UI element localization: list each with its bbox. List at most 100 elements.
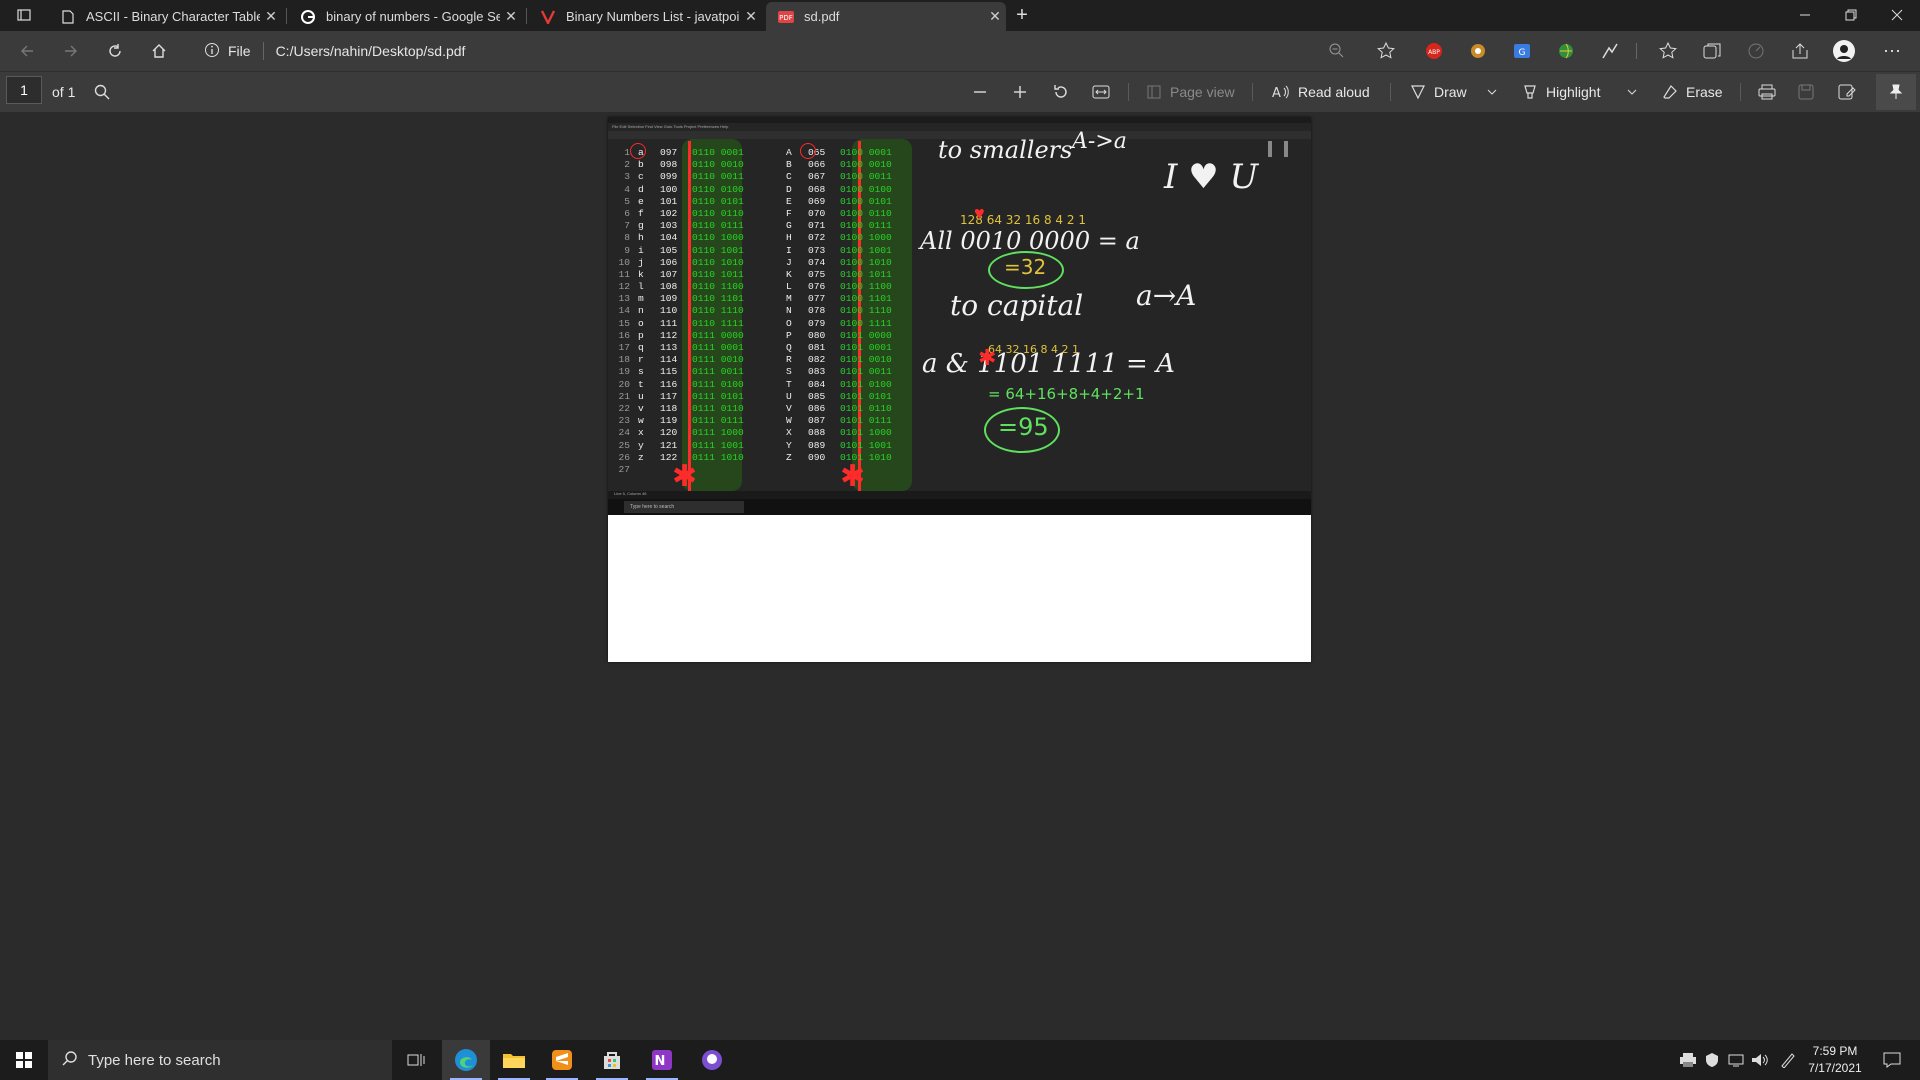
- close-tab-icon[interactable]: ✕: [260, 8, 282, 25]
- close-tab-icon[interactable]: ✕: [500, 8, 522, 25]
- favorites-icon[interactable]: [1654, 37, 1682, 65]
- close-window-button[interactable]: [1874, 0, 1920, 30]
- binary-cell: 0101 0000: [840, 329, 892, 341]
- extension-globe-icon[interactable]: [1552, 37, 1580, 65]
- printer-tray-icon[interactable]: [1676, 1040, 1700, 1080]
- code-row: 8 h 104 0110 1000: [616, 232, 744, 244]
- microsoft-store-icon[interactable]: [588, 1040, 636, 1080]
- save-icon[interactable]: [1798, 78, 1814, 106]
- taskbar-clock[interactable]: 7:59 PM 7/17/2021: [1800, 1043, 1870, 1077]
- pdf-page: File Edit Selection Find View Goto Tools…: [608, 117, 1311, 662]
- omnibox[interactable]: File C:/Users/nahin/Desktop/sd.pdf: [190, 35, 1360, 67]
- page-number-input[interactable]: 1: [6, 76, 42, 104]
- collections-icon[interactable]: [1698, 37, 1726, 65]
- char-cell: C: [786, 171, 792, 183]
- forward-button[interactable]: [56, 36, 86, 66]
- info-icon[interactable]: [204, 42, 220, 61]
- onenote-icon[interactable]: N: [638, 1040, 686, 1080]
- highlight-options-chevron-icon[interactable]: [1626, 78, 1638, 106]
- tab-javatpoint[interactable]: Binary Numbers List - javatpoint ✕: [528, 2, 762, 31]
- taskbar-search-box[interactable]: Type here to search: [48, 1040, 392, 1080]
- decimal-cell: 097: [660, 147, 678, 158]
- decimal-cell: 100: [660, 183, 678, 195]
- decimal-cell: 103: [660, 220, 678, 232]
- decimal-cell: 085: [808, 390, 826, 402]
- close-tab-icon[interactable]: ✕: [740, 8, 762, 25]
- read-aloud-button[interactable]: A Read aloud: [1272, 78, 1370, 106]
- github-desktop-icon[interactable]: [688, 1040, 736, 1080]
- settings-more-icon[interactable]: ⋯: [1878, 37, 1906, 65]
- tab-google-search[interactable]: binary of numbers - Google Sear ✕: [288, 2, 522, 31]
- note-sum-95: =95: [998, 413, 1049, 441]
- code-row: 13 m 109 0110 1101: [616, 293, 743, 305]
- new-tab-button[interactable]: +: [1006, 0, 1038, 30]
- decimal-cell: 073: [808, 244, 826, 256]
- char-cell: t: [638, 378, 644, 390]
- code-row: O 079 0100 1111: [786, 318, 892, 330]
- erase-button[interactable]: Erase: [1662, 78, 1723, 106]
- draw-options-chevron-icon[interactable]: [1486, 78, 1498, 106]
- performance-icon[interactable]: [1742, 37, 1770, 65]
- char-cell: S: [786, 366, 792, 378]
- minimize-button[interactable]: [1782, 0, 1828, 30]
- url-text[interactable]: C:/Users/nahin/Desktop/sd.pdf: [276, 43, 466, 59]
- defender-tray-icon[interactable]: [1700, 1040, 1724, 1080]
- draw-button[interactable]: Draw: [1410, 78, 1467, 106]
- char-cell: B: [786, 159, 792, 171]
- volume-icon[interactable]: [1748, 1040, 1772, 1080]
- windows-taskbar: Type here to search N 7:59 PM 7/17/2021: [0, 1040, 1920, 1080]
- char-cell: h: [638, 232, 644, 244]
- binary-cell: 0111 0110: [692, 402, 744, 414]
- share-icon[interactable]: [1786, 37, 1814, 65]
- fit-width-icon[interactable]: [1092, 78, 1110, 106]
- code-row: X 088 0101 1000: [786, 427, 892, 439]
- line-number: 21: [618, 390, 630, 402]
- notification-center-icon[interactable]: [1872, 1040, 1912, 1080]
- note-to-smaller: to smallers: [938, 136, 1073, 164]
- close-tab-icon[interactable]: ✕: [984, 8, 1006, 25]
- pin-toolbar-button[interactable]: [1876, 74, 1916, 110]
- tab-sd-pdf[interactable]: PDF sd.pdf ✕: [766, 2, 1006, 31]
- rotate-icon[interactable]: [1052, 78, 1070, 106]
- char-cell: w: [638, 415, 644, 427]
- zoom-in-button[interactable]: [1012, 78, 1028, 106]
- zoom-out-button[interactable]: [972, 78, 988, 106]
- file-explorer-icon[interactable]: [490, 1040, 538, 1080]
- sublime-text-icon[interactable]: [538, 1040, 586, 1080]
- tab-actions-icon[interactable]: [4, 0, 44, 30]
- line-number: 9: [624, 244, 630, 256]
- add-favorite-icon[interactable]: [1372, 37, 1400, 65]
- pen-workspace-icon[interactable]: [1776, 1040, 1800, 1080]
- save-as-icon[interactable]: [1838, 78, 1856, 106]
- back-button[interactable]: [12, 36, 42, 66]
- adblock-icon[interactable]: ABP: [1420, 37, 1448, 65]
- toolbar-divider: [1636, 43, 1637, 59]
- decimal-cell: 068: [808, 183, 826, 195]
- highlight-button[interactable]: Highlight: [1522, 78, 1600, 106]
- char-cell: J: [786, 256, 792, 268]
- restore-button[interactable]: [1828, 0, 1874, 30]
- document-icon: [60, 9, 76, 25]
- decimal-cell: 105: [660, 244, 678, 256]
- refresh-button[interactable]: [100, 36, 130, 66]
- line-number: 8: [624, 232, 630, 244]
- extension-pen-icon[interactable]: [1596, 37, 1624, 65]
- binary-cell: 0100 1101: [840, 293, 892, 305]
- zoom-out-icon[interactable]: [1328, 42, 1344, 61]
- translate-icon[interactable]: G: [1508, 37, 1536, 65]
- char-cell: v: [638, 402, 644, 414]
- profile-avatar[interactable]: [1830, 37, 1858, 65]
- binary-cell: 0111 1001: [692, 439, 744, 451]
- decimal-cell: 120: [660, 427, 678, 439]
- tab-ascii-table[interactable]: ASCII - Binary Character Table ✕: [48, 2, 282, 31]
- page-view-button[interactable]: Page view: [1146, 78, 1235, 106]
- extension-eye-icon[interactable]: [1464, 37, 1492, 65]
- home-button[interactable]: [144, 36, 174, 66]
- search-icon[interactable]: [94, 78, 110, 106]
- network-icon[interactable]: [1724, 1040, 1748, 1080]
- edge-app-icon[interactable]: [442, 1040, 490, 1080]
- task-view-icon[interactable]: [392, 1040, 440, 1080]
- windows-start-icon[interactable]: [0, 1040, 48, 1080]
- decimal-cell: 067: [808, 171, 826, 183]
- print-icon[interactable]: [1758, 78, 1776, 106]
